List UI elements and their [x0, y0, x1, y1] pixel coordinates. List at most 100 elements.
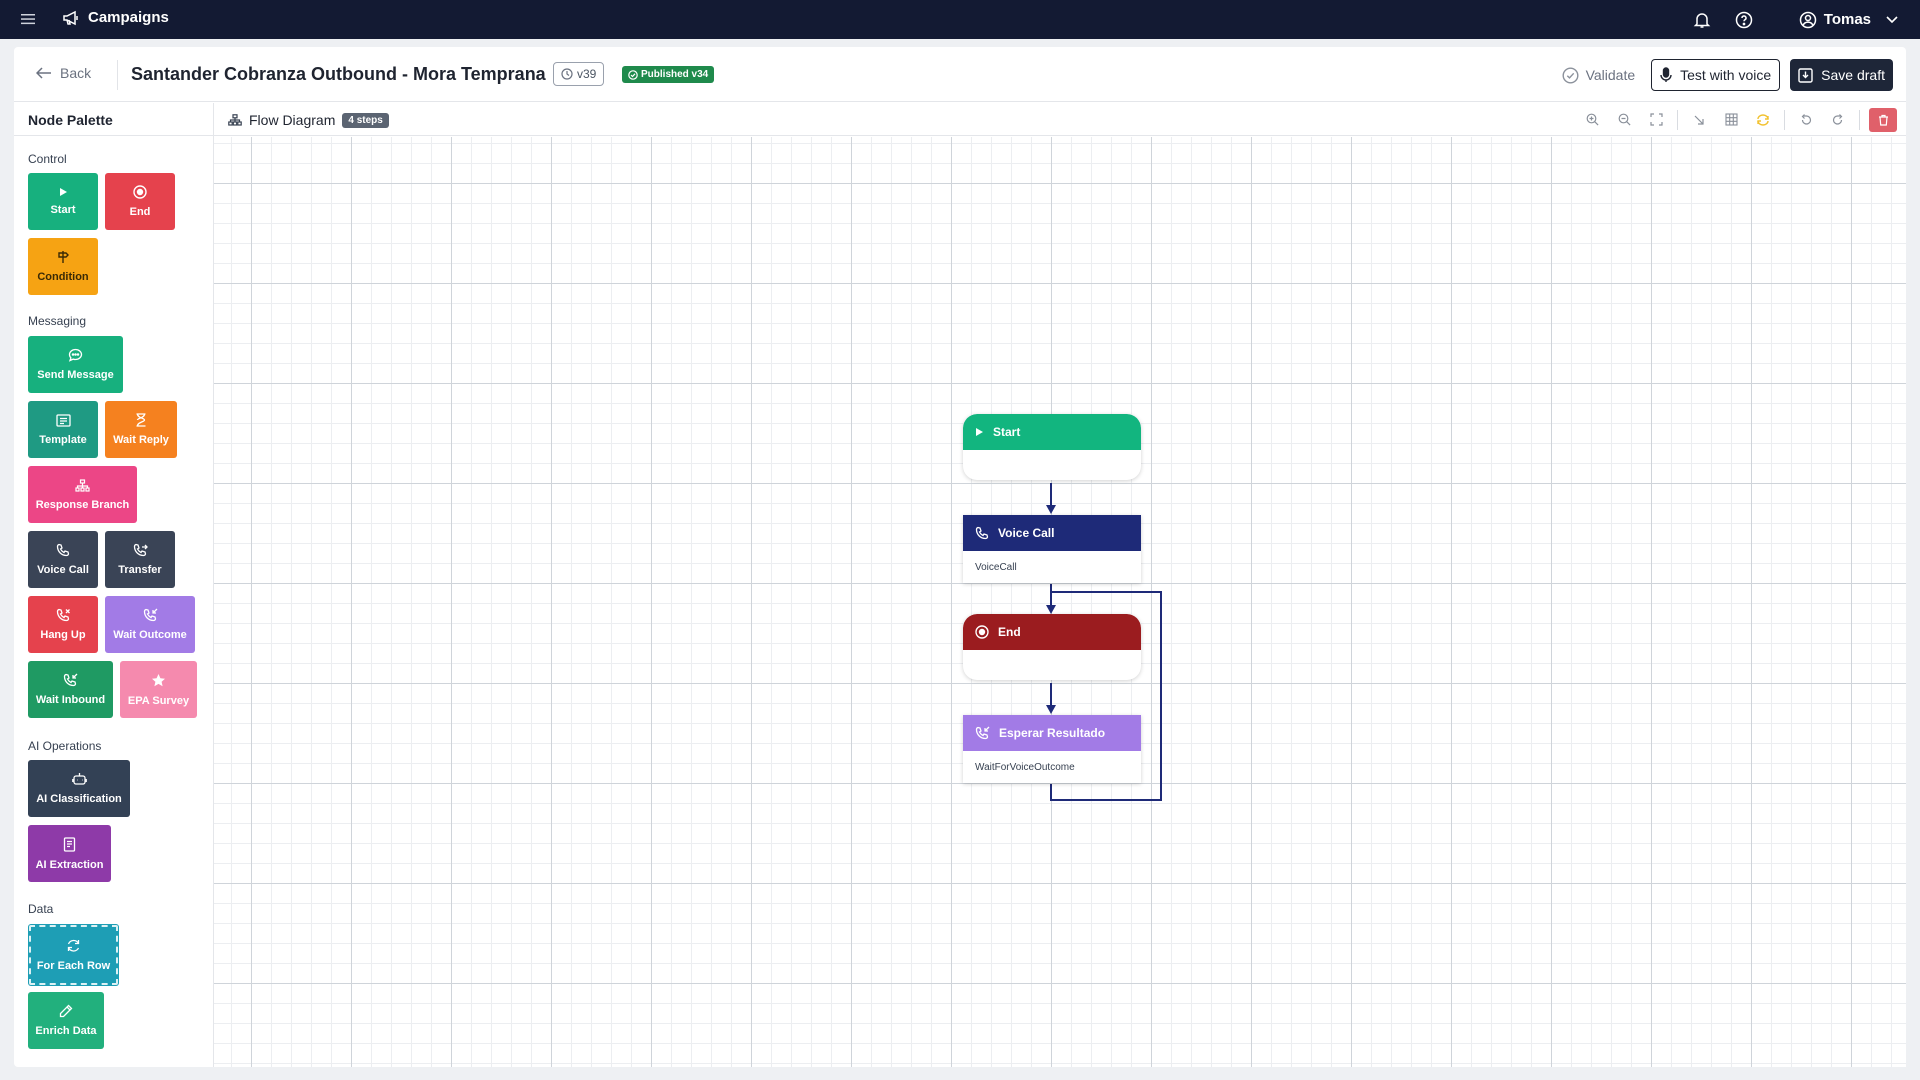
- canvas-title: Flow Diagram 4 steps: [228, 112, 389, 128]
- palette-node-label: AI Classification: [36, 793, 122, 805]
- flow-node-title: Voice Call: [998, 526, 1055, 540]
- version-badge[interactable]: v39: [553, 62, 605, 86]
- user-menu[interactable]: Tomas: [1799, 11, 1898, 29]
- palette-node-enrich-data[interactable]: Enrich Data: [28, 992, 104, 1049]
- test-with-voice-button[interactable]: Test with voice: [1651, 59, 1781, 91]
- flow-node-start[interactable]: Start: [963, 414, 1141, 480]
- palette-node-voice-call[interactable]: Voice Call: [28, 531, 98, 588]
- version-label: v39: [577, 67, 597, 81]
- hamburger-menu-icon[interactable]: [19, 10, 37, 28]
- back-label: Back: [60, 65, 92, 81]
- section-ai-operations: AI Operations: [28, 739, 102, 753]
- flow-canvas: Flow Diagram 4 steps: [214, 103, 1906, 1067]
- flow-node-type: WaitForVoiceOutcome: [975, 762, 1075, 773]
- palette-node-epa-survey[interactable]: EPA Survey: [120, 661, 197, 718]
- palette-node-wait-inbound[interactable]: Wait Inbound: [28, 661, 113, 718]
- fit-view-icon[interactable]: [1640, 103, 1672, 136]
- zoom-out-icon[interactable]: [1608, 103, 1640, 136]
- flow-node-title: Start: [993, 425, 1021, 439]
- bell-icon[interactable]: [1693, 11, 1711, 29]
- section-control: Control: [28, 152, 67, 166]
- node-palette: Node Palette Control Start End Condition…: [14, 103, 214, 1067]
- flow-node-wait-outcome[interactable]: Esperar Resultado WaitForVoiceOutcome: [963, 715, 1141, 783]
- campaign-title: Santander Cobranza Outbound - Mora Tempr…: [131, 64, 546, 84]
- flow-node-header: End: [963, 614, 1141, 650]
- flow-node-type: VoiceCall: [975, 562, 1017, 573]
- branch-icon: [75, 478, 90, 492]
- top-bar: Campaigns Tomas: [0, 0, 1920, 39]
- palette-node-start[interactable]: Start: [28, 173, 98, 230]
- palette-node-label: Wait Inbound: [35, 694, 106, 706]
- save-draft-label: Save draft: [1821, 67, 1885, 83]
- back-button[interactable]: Back: [36, 65, 91, 81]
- phone-incoming-icon: [975, 726, 990, 740]
- app-title: Campaigns: [62, 9, 169, 26]
- phone-forward-icon: [133, 543, 148, 557]
- phone-icon: [56, 543, 70, 557]
- canvas-toolbar: Flow Diagram 4 steps: [214, 103, 1906, 136]
- validate-label: Validate: [1585, 67, 1636, 83]
- pencil-icon: [59, 1004, 73, 1018]
- flow-node-title: Esperar Resultado: [999, 726, 1106, 740]
- save-icon: [1798, 67, 1813, 83]
- zoom-in-icon[interactable]: [1576, 103, 1608, 136]
- palette-node-ai-classification[interactable]: AI Classification: [28, 760, 130, 817]
- palette-node-wait-outcome[interactable]: Wait Outcome: [105, 596, 195, 653]
- header-divider: [117, 60, 118, 90]
- palette-node-end[interactable]: End: [105, 173, 175, 230]
- palette-node-transfer[interactable]: Transfer: [105, 531, 175, 588]
- editor-header: Back Santander Cobranza Outbound - Mora …: [14, 47, 1906, 102]
- palette-node-label: End: [129, 206, 151, 218]
- palette-node-wait-reply[interactable]: Wait Reply: [105, 401, 177, 458]
- palette-node-label: Hang Up: [40, 629, 86, 641]
- palette-node-label: Template: [39, 433, 87, 446]
- palette-node-condition[interactable]: Condition: [28, 238, 98, 295]
- palette-node-ai-extraction[interactable]: AI Extraction: [28, 825, 111, 882]
- user-name: Tomas: [1823, 11, 1871, 28]
- save-draft-button[interactable]: Save draft: [1790, 59, 1893, 91]
- sitemap-icon: [228, 114, 242, 126]
- canvas-grid: [214, 137, 1906, 1067]
- palette-node-label: Condition: [37, 271, 89, 283]
- template-icon: [55, 413, 71, 427]
- palette-node-response-branch[interactable]: Response Branch: [28, 466, 137, 523]
- play-icon: [975, 427, 984, 437]
- chevron-down-icon: [1886, 15, 1898, 24]
- section-data: Data: [28, 902, 54, 916]
- stop-circle-icon: [133, 185, 147, 199]
- grid-icon[interactable]: [1715, 103, 1747, 136]
- phone-incoming-icon: [63, 673, 78, 687]
- check-circle-icon: [628, 69, 638, 80]
- delete-button[interactable]: [1869, 107, 1897, 132]
- validate-button[interactable]: Validate: [1562, 66, 1636, 84]
- auto-layout-icon[interactable]: [1747, 103, 1779, 136]
- flow-node-voice-call[interactable]: Voice Call VoiceCall: [963, 515, 1141, 583]
- connector-icon[interactable]: [1683, 103, 1715, 136]
- palette-node-label: For Each Row: [36, 960, 111, 972]
- editor-card: Back Santander Cobranza Outbound - Mora …: [14, 47, 1906, 1067]
- palette-node-send-message[interactable]: Send Message: [28, 336, 123, 393]
- section-messaging: Messaging: [28, 314, 87, 328]
- redo-icon[interactable]: [1822, 103, 1854, 136]
- test-with-voice-label: Test with voice: [1680, 67, 1772, 83]
- history-icon: [561, 68, 573, 80]
- signpost-icon: [56, 250, 70, 264]
- phone-icon: [975, 526, 989, 540]
- palette-node-label: Start: [50, 204, 76, 216]
- play-icon: [58, 187, 68, 197]
- palette-node-for-each-row[interactable]: For Each Row: [28, 924, 119, 986]
- palette-title: Node Palette: [28, 112, 113, 128]
- robot-icon: [71, 772, 87, 786]
- microphone-icon: [1660, 67, 1672, 83]
- palette-node-hang-up[interactable]: Hang Up: [28, 596, 98, 653]
- flow-node-end[interactable]: End: [963, 614, 1141, 680]
- flow-node-header: Start: [963, 414, 1141, 450]
- palette-node-template[interactable]: Template: [28, 401, 98, 458]
- palette-node-label: Voice Call: [37, 564, 89, 576]
- published-label: Published v34: [641, 69, 709, 80]
- arrow-left-icon: [36, 67, 52, 79]
- help-icon[interactable]: [1735, 11, 1753, 29]
- undo-icon[interactable]: [1790, 103, 1822, 136]
- phone-incoming-icon: [143, 608, 158, 622]
- palette-node-label: Wait Reply: [113, 434, 169, 446]
